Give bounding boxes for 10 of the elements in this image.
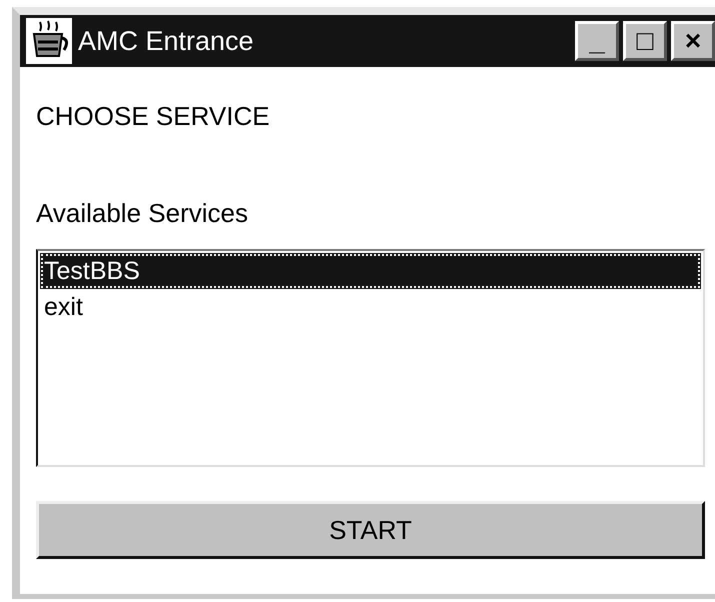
minimize-button[interactable]: _ <box>575 21 619 61</box>
start-button[interactable]: START <box>36 501 705 559</box>
close-button[interactable]: × <box>671 21 715 61</box>
services-list[interactable]: TestBBS exit <box>36 249 705 467</box>
list-item[interactable]: TestBBS <box>40 253 701 289</box>
list-item[interactable]: exit <box>40 289 701 325</box>
heading: CHOOSE SERVICE <box>36 100 271 133</box>
window-title: AMC Entrance <box>78 24 255 58</box>
maximize-button[interactable]: □ <box>623 21 667 61</box>
list-label: Available Services <box>36 197 249 230</box>
